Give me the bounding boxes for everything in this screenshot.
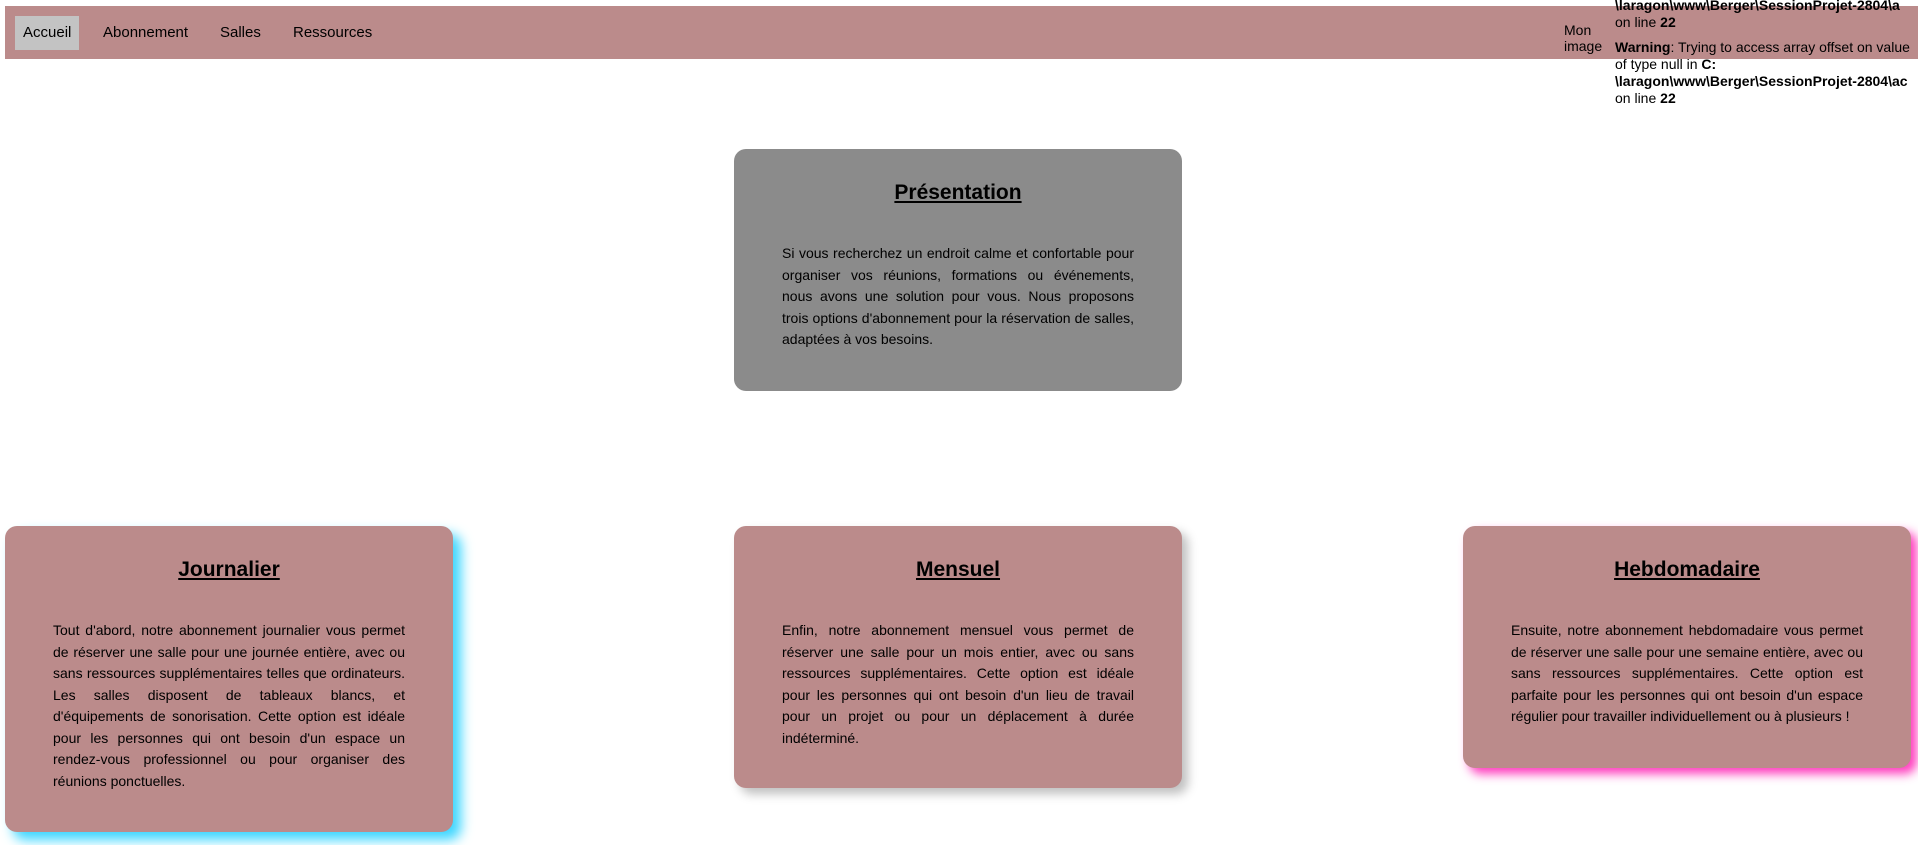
nav-item-accueil[interactable]: Accueil bbox=[15, 16, 80, 50]
nav-item-salles[interactable]: Salles bbox=[212, 16, 269, 50]
warning-on-line: on line bbox=[1615, 90, 1657, 106]
card-mensuel: Mensuel Enfin, notre abonnement mensuel … bbox=[734, 526, 1182, 788]
warning-line-number: 22 bbox=[1660, 90, 1676, 106]
card-mensuel-text: Enfin, notre abonnement mensuel vous per… bbox=[782, 622, 1134, 746]
presentation-card: Présentation Si vous recherchez un endro… bbox=[734, 149, 1182, 391]
nav-item-ressources[interactable]: Ressources bbox=[285, 16, 380, 50]
warning-top-on-line: on line bbox=[1615, 14, 1657, 30]
nav-item-abonnement[interactable]: Abonnement bbox=[95, 16, 196, 50]
warning-top-path: \laragon\www\Berger\SessionProjet-2804\a bbox=[1615, 0, 1900, 13]
mon-image-line2: image bbox=[1564, 38, 1603, 54]
warning-top-line-number: 22 bbox=[1660, 14, 1676, 30]
card-journalier-text: Tout d'abord, notre abonnement journalie… bbox=[53, 622, 405, 789]
card-hebdomadaire-text: Ensuite, notre abonnement hebdomadaire v… bbox=[1511, 622, 1863, 724]
card-hebdomadaire: Hebdomadaire Ensuite, notre abonnement h… bbox=[1463, 526, 1911, 768]
warning-label: Warning bbox=[1615, 39, 1671, 55]
card-hebdomadaire-title: Hebdomadaire bbox=[1614, 558, 1760, 581]
mon-image-line1: Mon bbox=[1564, 22, 1592, 38]
card-journalier-title: Journalier bbox=[178, 558, 280, 581]
card-journalier: Journalier Tout d'abord, notre abonnemen… bbox=[5, 526, 453, 832]
presentation-title: Présentation bbox=[894, 181, 1022, 204]
presentation-text: Si vous recherchez un endroit calme et c… bbox=[782, 245, 1134, 347]
card-mensuel-title: Mensuel bbox=[915, 558, 1001, 581]
warning-path-line1: C: bbox=[1701, 56, 1717, 72]
php-warning-output: \laragon\www\Berger\SessionProjet-2804\a… bbox=[1615, 0, 1918, 115]
profile-image-placeholder[interactable]: Mon image bbox=[1564, 22, 1602, 54]
warning-path-line2: \laragon\www\Berger\SessionProjet-2804\a… bbox=[1615, 73, 1908, 89]
